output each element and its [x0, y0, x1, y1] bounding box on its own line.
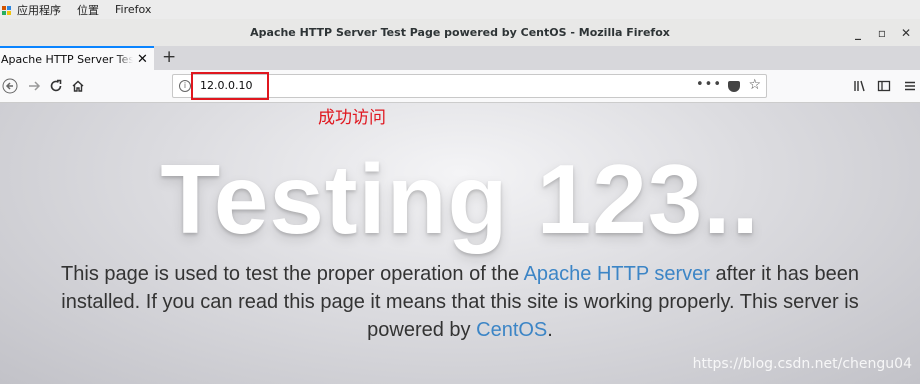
applications-menu[interactable]: 应用程序 [17, 2, 61, 18]
centos-link[interactable]: CentOS [476, 319, 547, 341]
new-tab-icon[interactable]: + [162, 46, 176, 70]
page-content: Testing 123.. This page is used to test … [0, 103, 920, 384]
library-button[interactable] [850, 76, 870, 96]
page-actions-icon[interactable]: ••• [696, 77, 722, 92]
page-description: This page is used to test the proper ope… [30, 260, 890, 344]
window-controls: _ ▫ ✕ [846, 19, 918, 46]
sidebar-button[interactable] [874, 76, 894, 96]
menu-button[interactable] [900, 76, 920, 96]
hamburger-menu-icon [905, 81, 915, 91]
close-tab-icon[interactable]: ✕ [137, 52, 148, 67]
description-text-1: This page is used to test the proper ope… [61, 263, 524, 285]
back-arrow-icon [2, 78, 18, 94]
window-title: Apache HTTP Server Test Page powered by … [250, 26, 670, 39]
navigation-toolbar: i 12.0.0.10 ••• ☆ [0, 70, 920, 103]
site-info-icon[interactable]: i [179, 80, 191, 92]
sidebar-icon [877, 80, 891, 92]
applications-icon [2, 5, 11, 15]
tab-active[interactable]: Apache HTTP Server Test Page ✕ [0, 46, 154, 70]
home-button[interactable] [68, 76, 88, 96]
success-annotation: 成功访问 [318, 108, 386, 128]
close-window-button[interactable]: ✕ [894, 26, 918, 40]
active-app-name[interactable]: Firefox [115, 3, 151, 16]
library-icon [854, 80, 865, 92]
back-button[interactable] [0, 76, 20, 96]
bookmark-star-icon[interactable]: ☆ [748, 77, 761, 93]
url-bar[interactable]: i 12.0.0.10 ••• ☆ [172, 72, 767, 100]
window-titlebar: Apache HTTP Server Test Page powered by … [0, 19, 920, 47]
description-end: . [547, 319, 553, 341]
page-headline: Testing 123.. [160, 144, 760, 254]
pocket-icon[interactable] [728, 81, 740, 92]
minimize-button[interactable]: _ [846, 26, 870, 40]
maximize-button[interactable]: ▫ [870, 26, 894, 40]
reload-icon [50, 79, 62, 92]
system-top-bar: 应用程序 位置 Firefox [0, 0, 920, 19]
forward-button[interactable] [24, 76, 44, 96]
url-text[interactable]: 12.0.0.10 [200, 79, 252, 92]
tab-strip: Apache HTTP Server Test Page ✕ + [0, 46, 920, 70]
home-icon [72, 80, 84, 92]
forward-arrow-icon [29, 81, 41, 91]
watermark: https://blog.csdn.net/chengu04 [692, 356, 912, 372]
reload-button[interactable] [46, 76, 66, 96]
tab-label: Apache HTTP Server Test Page [1, 52, 133, 66]
apache-link[interactable]: Apache HTTP server [524, 263, 710, 285]
places-menu[interactable]: 位置 [77, 2, 99, 18]
